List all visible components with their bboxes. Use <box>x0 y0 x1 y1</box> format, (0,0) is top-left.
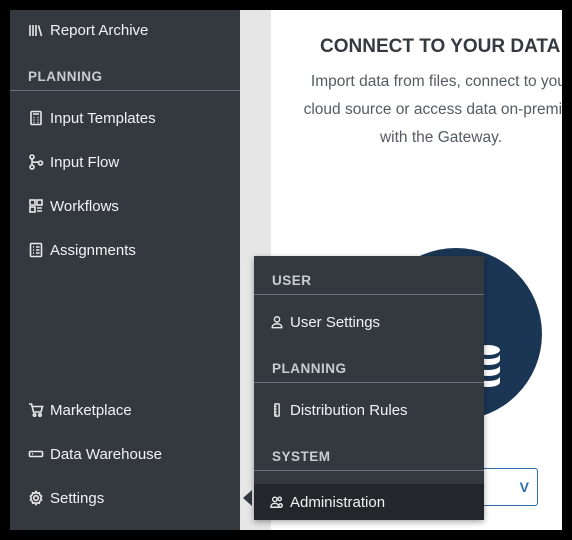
app-window: Report Archive PLANNING Input Templates … <box>10 10 562 530</box>
ruler-icon <box>268 401 286 419</box>
menu-section-user: USER <box>272 273 312 288</box>
sidebar-item-workflows[interactable]: Workflows <box>10 188 240 224</box>
menu-item-administration[interactable]: Administration <box>254 484 484 520</box>
sidebar-item-label: Data Warehouse <box>50 445 163 463</box>
menu-item-label: Distribution Rules <box>290 401 408 419</box>
calculator-icon <box>26 108 46 128</box>
sidebar-item-label: Settings <box>50 489 105 507</box>
admin-users-icon <box>268 493 286 511</box>
page-title: CONNECT TO YOUR DATA <box>320 36 561 57</box>
workflow-grid-icon <box>26 196 46 216</box>
menu-item-distribution-rules[interactable]: Distribution Rules <box>254 392 484 428</box>
divider <box>10 90 240 91</box>
sidebar: Report Archive PLANNING Input Templates … <box>10 10 240 530</box>
checklist-icon <box>26 240 46 260</box>
menu-item-label: Administration <box>290 493 386 511</box>
sidebar-item-label: Input Templates <box>50 109 156 127</box>
sidebar-section-planning: PLANNING <box>28 69 103 84</box>
sidebar-item-settings[interactable]: Settings <box>10 480 240 516</box>
user-icon <box>268 313 286 331</box>
sidebar-item-label: Assignments <box>50 241 136 259</box>
settings-menu: USER User Settings PLANNING Distribution… <box>254 256 484 520</box>
gear-icon <box>26 488 46 508</box>
page-description: Import data from files, connect to your … <box>303 73 562 146</box>
menu-item-user-settings[interactable]: User Settings <box>254 304 484 340</box>
server-icon <box>26 444 46 464</box>
menu-section-system: SYSTEM <box>272 449 331 464</box>
sidebar-item-data-warehouse[interactable]: Data Warehouse <box>10 436 240 472</box>
sidebar-item-assignments[interactable]: Assignments <box>10 232 240 268</box>
sidebar-item-input-templates[interactable]: Input Templates <box>10 100 240 136</box>
divider <box>254 382 484 383</box>
sidebar-item-input-flow[interactable]: Input Flow <box>10 144 240 180</box>
divider <box>254 470 484 471</box>
sidebar-item-label: Marketplace <box>50 401 132 419</box>
menu-item-label: User Settings <box>290 313 381 331</box>
sidebar-item-label: Input Flow <box>50 153 120 171</box>
cart-icon <box>26 400 46 420</box>
sidebar-item-report-archive[interactable]: Report Archive <box>10 12 240 48</box>
menu-section-planning: PLANNING <box>272 361 347 376</box>
sidebar-item-marketplace[interactable]: Marketplace <box>10 392 240 428</box>
divider <box>254 294 484 295</box>
flow-icon <box>26 152 46 172</box>
books-icon <box>26 20 46 40</box>
sidebar-item-label: Report Archive <box>50 21 149 39</box>
menu-pointer-arrow <box>243 490 252 506</box>
sidebar-item-label: Workflows <box>50 197 119 215</box>
